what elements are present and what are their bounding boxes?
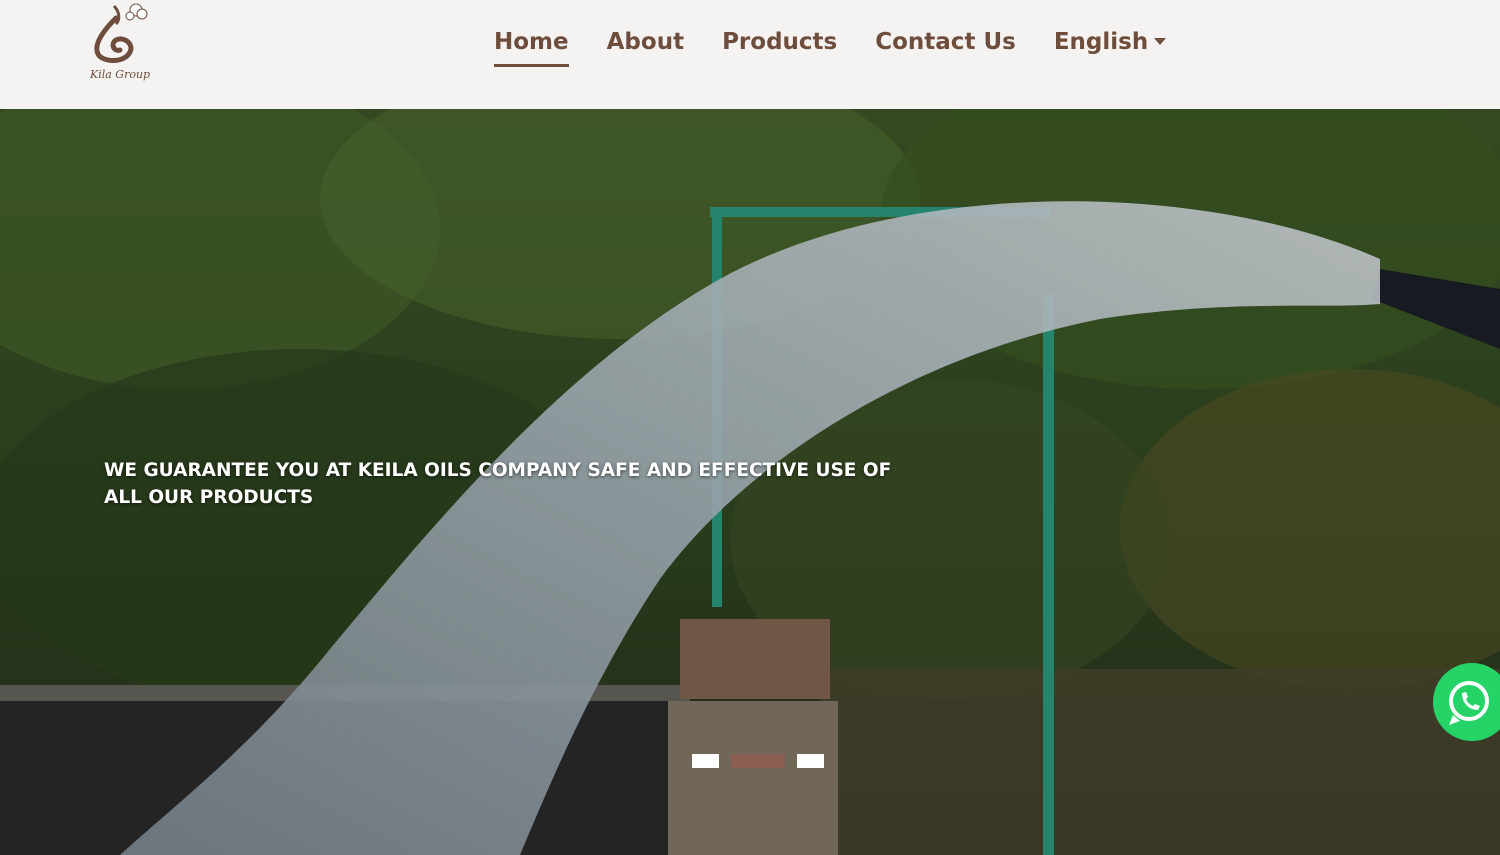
- nav-about[interactable]: About: [607, 28, 684, 67]
- carousel-indicator-3[interactable]: [797, 754, 824, 768]
- language-label: English: [1053, 29, 1149, 55]
- hero-carousel: WE GUARANTEE YOU AT KEILA OILS COMPANY S…: [0, 109, 1500, 855]
- site-header: Kila Group Home About Products Contact U…: [0, 0, 1500, 109]
- language-dropdown[interactable]: English: [1053, 28, 1167, 67]
- carousel-indicator-2[interactable]: [731, 754, 785, 768]
- oil-drop-logo-icon: [94, 3, 148, 63]
- nav-home[interactable]: Home: [494, 28, 569, 67]
- carousel-indicator-1[interactable]: [692, 754, 719, 768]
- whatsapp-chat-button[interactable]: [1433, 663, 1500, 741]
- whatsapp-icon: [1449, 681, 1489, 725]
- logo-wordmark: Kila Group: [90, 68, 151, 81]
- nav-contact-us[interactable]: Contact Us: [875, 28, 1016, 67]
- caret-down-icon: [1154, 38, 1167, 45]
- hero-caption: WE GUARANTEE YOU AT KEILA OILS COMPANY S…: [104, 460, 892, 508]
- nav-products[interactable]: Products: [722, 28, 837, 67]
- main-nav: Home About Products Contact Us English: [494, 28, 1204, 67]
- carousel-indicators: [692, 754, 836, 768]
- brand-logo[interactable]: Kila Group: [88, 0, 154, 92]
